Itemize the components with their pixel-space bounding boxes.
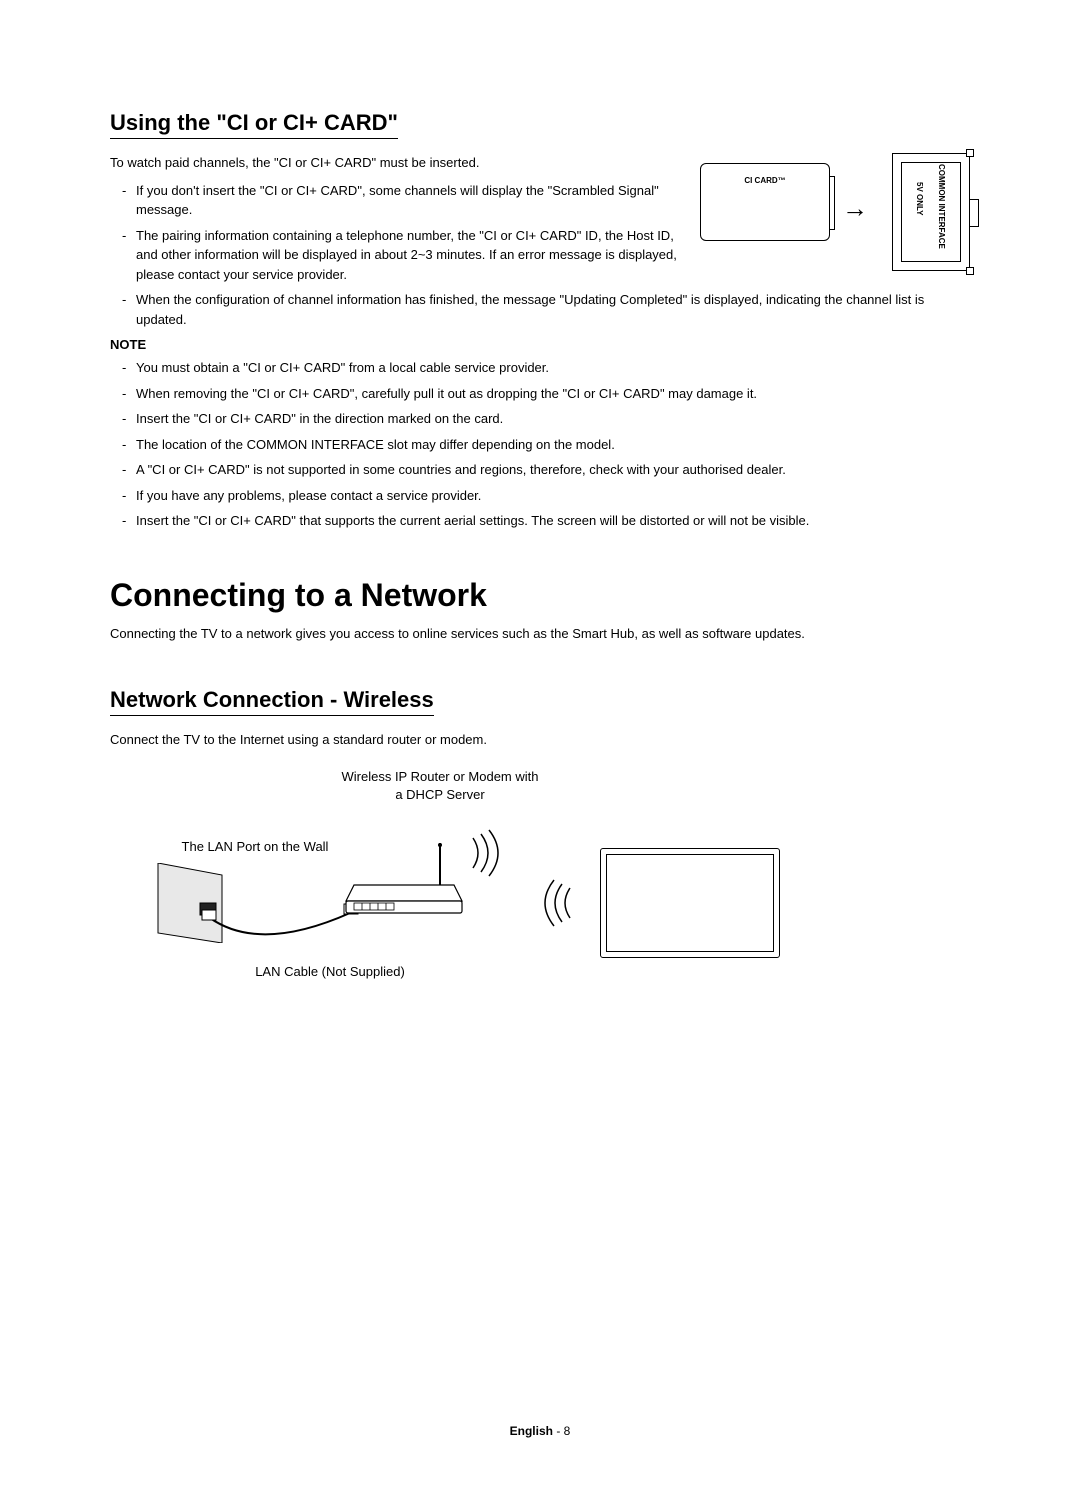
arrow-icon: → — [842, 193, 868, 224]
ci-card-illustration: CI CARD™ — [700, 163, 830, 241]
slot-5v-label: 5V ONLY — [915, 182, 924, 216]
wifi-signal-out-icon — [465, 828, 505, 883]
chapter-heading-network: Connecting to a Network — [110, 577, 970, 614]
section-heading-ci-card: Using the "CI or CI+ CARD" — [110, 110, 398, 139]
ci-bullets-top: If you don't insert the "CI or CI+ CARD"… — [110, 181, 680, 285]
footer-language: English — [510, 1424, 553, 1438]
ci-intro: To watch paid channels, the "CI or CI+ C… — [110, 153, 680, 173]
note-item: When removing the "CI or CI+ CARD", care… — [122, 384, 970, 404]
footer-sep: - — [553, 1424, 564, 1438]
ci-bullet: If you don't insert the "CI or CI+ CARD"… — [122, 181, 680, 220]
wireless-diagram: Wireless IP Router or Modem with a DHCP … — [110, 778, 970, 988]
wifi-signal-in-icon — [538, 878, 578, 933]
note-item: You must obtain a "CI or CI+ CARD" from … — [122, 358, 970, 378]
note-item: The location of the COMMON INTERFACE slo… — [122, 435, 970, 455]
chapter-intro: Connecting the TV to a network gives you… — [110, 624, 970, 644]
note-item: If you have any problems, please contact… — [122, 486, 970, 506]
lan-cable-label: LAN Cable (Not Supplied) — [230, 963, 430, 981]
note-item: A "CI or CI+ CARD" is not supported in s… — [122, 460, 970, 480]
note-item: Insert the "CI or CI+ CARD" in the direc… — [122, 409, 970, 429]
ci-card-diagram: CI CARD™ → 5V ONLY COMMON INTERFACE — [700, 153, 970, 273]
ci-bullet: When the configuration of channel inform… — [122, 290, 970, 329]
ci-text-column: To watch paid channels, the "CI or CI+ C… — [110, 153, 680, 290]
section-heading-wireless: Network Connection - Wireless — [110, 687, 434, 716]
note-label: NOTE — [110, 337, 970, 352]
tv-illustration — [600, 848, 780, 958]
router-label: Wireless IP Router or Modem with a DHCP … — [340, 768, 540, 804]
ci-card-label: CI CARD™ — [701, 176, 829, 185]
ci-bullet: The pairing information containing a tel… — [122, 226, 680, 285]
footer-page-number: 8 — [564, 1424, 571, 1438]
note-item: Insert the "CI or CI+ CARD" that support… — [122, 511, 970, 531]
slot-common-interface-label: COMMON INTERFACE — [937, 164, 946, 249]
ci-top-block: To watch paid channels, the "CI or CI+ C… — [110, 153, 970, 290]
ci-bullets-bottom: When the configuration of channel inform… — [110, 290, 970, 329]
ci-notes: You must obtain a "CI or CI+ CARD" from … — [110, 358, 970, 531]
wireless-intro: Connect the TV to the Internet using a s… — [110, 730, 970, 750]
router-illustration — [340, 873, 470, 933]
page-footer: English - 8 — [0, 1424, 1080, 1438]
ci-slot-illustration: 5V ONLY COMMON INTERFACE — [892, 153, 970, 271]
wall-port-label: The LAN Port on the Wall — [150, 838, 360, 856]
